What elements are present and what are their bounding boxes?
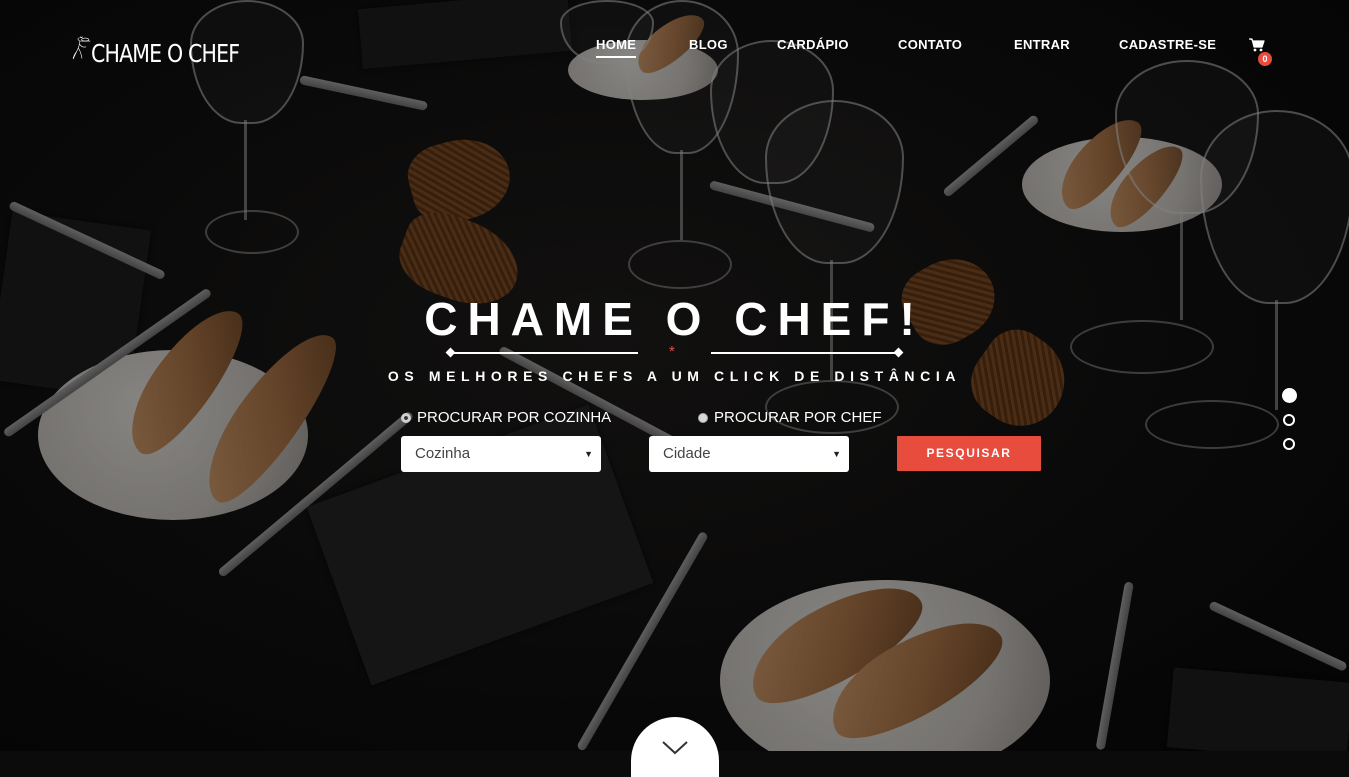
slider-dot-2[interactable] <box>1283 414 1295 426</box>
radio-checked-icon[interactable] <box>401 412 411 423</box>
chef-logo-icon <box>72 36 91 60</box>
brand-logo[interactable]: CHAME O CHEF <box>72 10 272 86</box>
radio-search-by-cuisine[interactable]: PROCURAR POR COZINHA <box>401 409 611 426</box>
nav-cadastre-se[interactable]: CADASTRE-SE <box>1119 37 1216 52</box>
radio-chef-label: PROCURAR POR CHEF <box>714 409 882 426</box>
nav-blog[interactable]: BLOG <box>689 37 728 52</box>
dropdown-caret-icon: ▼ <box>584 449 593 459</box>
shopping-cart-icon[interactable] <box>1249 38 1265 52</box>
dropdown-caret-icon: ▼ <box>832 449 841 459</box>
slider-dot-1[interactable] <box>1281 388 1297 403</box>
hero-subtitle: OS MELHORES CHEFS A UM CLICK DE DISTÂNCI… <box>387 368 962 384</box>
slider-dot-3[interactable] <box>1283 438 1295 450</box>
title-divider-left <box>450 352 638 354</box>
radio-search-by-chef[interactable]: PROCURAR POR CHEF <box>698 409 882 426</box>
radio-cuisine-label: PROCURAR POR COZINHA <box>417 409 612 426</box>
brand-name: CHAME O CHEF <box>91 38 240 68</box>
cuisine-select[interactable]: Cozinha ▼ <box>401 436 601 472</box>
nav-contato[interactable]: CONTATO <box>898 37 962 52</box>
nav-entrar[interactable]: ENTRAR <box>1014 37 1070 52</box>
search-button[interactable]: PESQUISAR <box>897 436 1041 471</box>
radio-unchecked-icon[interactable] <box>698 412 708 423</box>
cuisine-select-value: Cozinha <box>415 445 471 462</box>
chevron-down-icon <box>662 741 688 755</box>
city-select[interactable]: Cidade ▼ <box>649 436 849 472</box>
divider-star-icon: * <box>669 343 675 360</box>
cart-count-badge: 0 <box>1258 52 1272 66</box>
nav-cardapio[interactable]: CARDÁPIO <box>777 37 849 52</box>
hero-title: CHAME O CHEF! <box>424 293 925 345</box>
city-select-value: Cidade <box>663 445 711 462</box>
nav-home[interactable]: HOME <box>596 37 637 58</box>
title-divider-right <box>711 352 899 354</box>
